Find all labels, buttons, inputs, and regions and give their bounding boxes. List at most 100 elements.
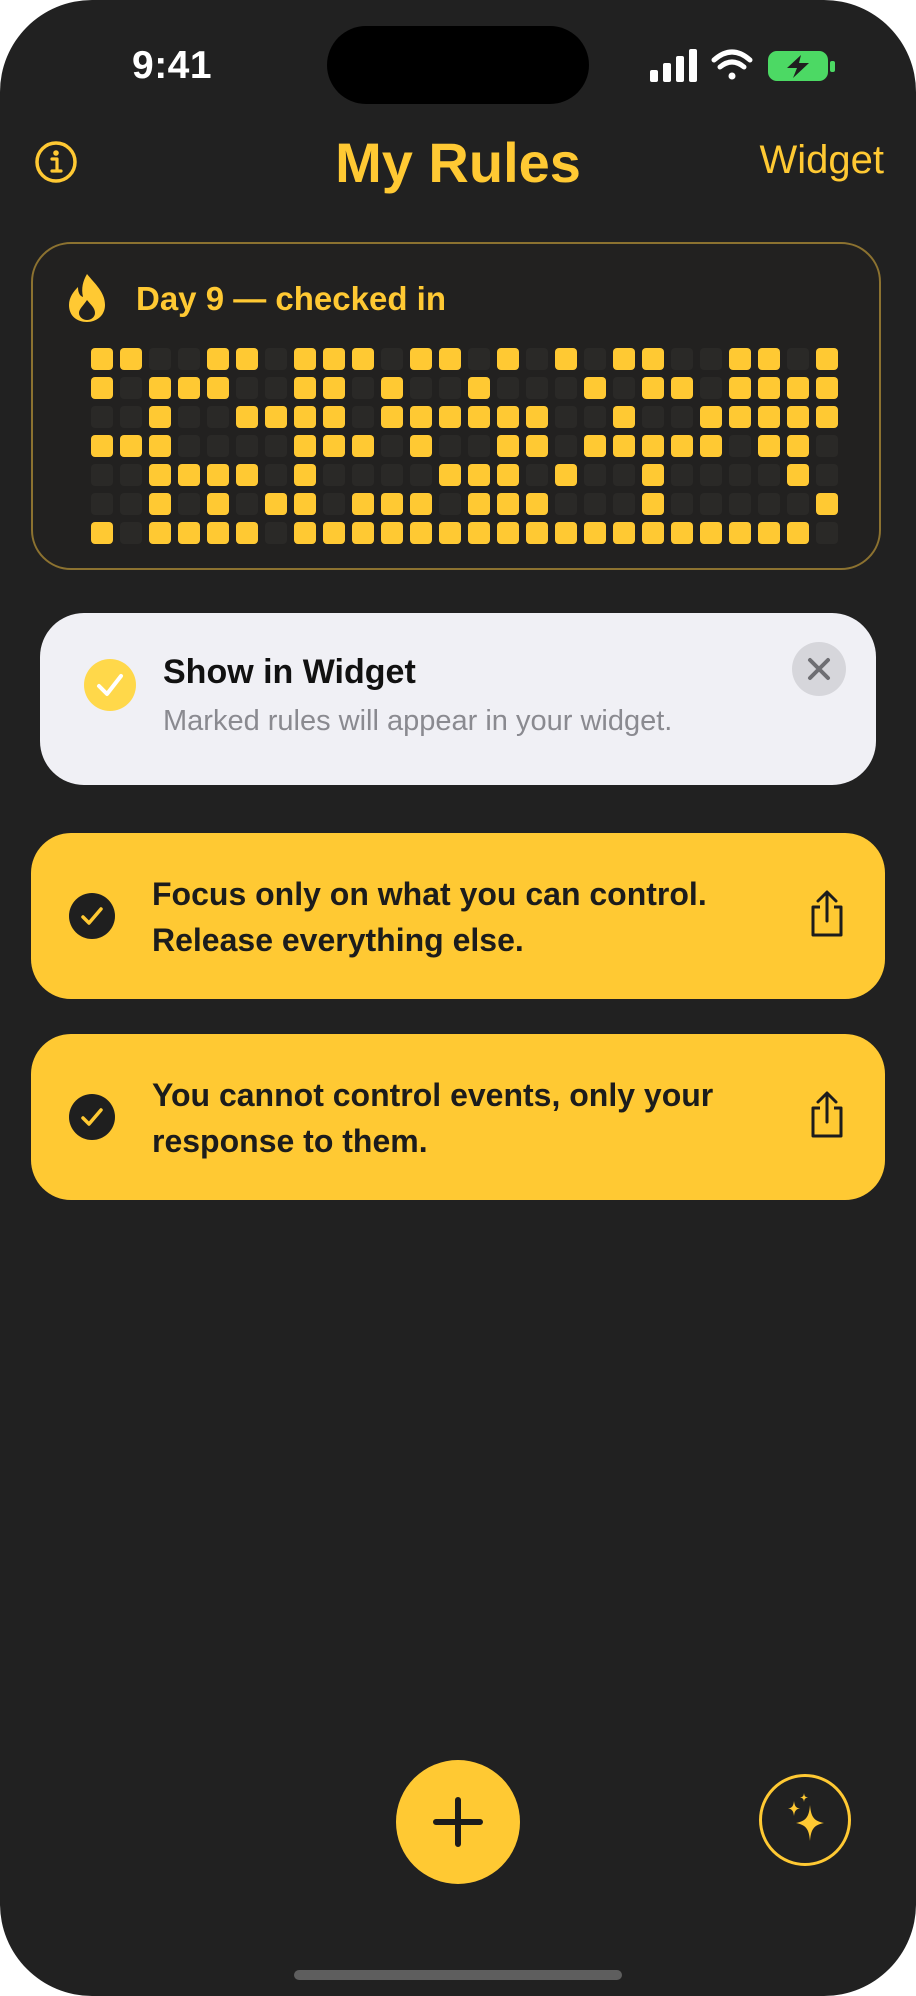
streak-dot: [671, 522, 693, 544]
streak-dot: [410, 406, 432, 428]
streak-dot: [207, 493, 229, 515]
rule-card[interactable]: Focus only on what you can control. Rele…: [31, 833, 885, 999]
streak-dot: [207, 435, 229, 457]
rule-text: You cannot control events, only your res…: [152, 1077, 714, 1159]
streak-dot: [497, 406, 519, 428]
streak-dot: [410, 464, 432, 486]
streak-dot: [584, 464, 606, 486]
streak-dot: [526, 406, 548, 428]
streak-dot: [468, 464, 490, 486]
streak-dot: [91, 522, 113, 544]
streak-dot: [381, 348, 403, 370]
cellular-signal-icon: [650, 49, 697, 82]
rule-text: Focus only on what you can control. Rele…: [152, 876, 707, 958]
streak-dot: [787, 464, 809, 486]
streak-dot: [120, 493, 142, 515]
streak-dot: [352, 493, 374, 515]
home-indicator: [294, 1970, 622, 1980]
streak-dot: [816, 522, 838, 544]
dynamic-island: [327, 26, 589, 104]
streak-dot: [207, 348, 229, 370]
streak-dot: [207, 377, 229, 399]
streak-dot: [265, 406, 287, 428]
streak-dot: [178, 435, 200, 457]
streak-dot: [613, 464, 635, 486]
streak-dot: [149, 406, 171, 428]
streak-dot: [526, 493, 548, 515]
streak-dot: [294, 348, 316, 370]
streak-dot: [584, 406, 606, 428]
streak-dot: [323, 406, 345, 428]
streak-dot: [584, 435, 606, 457]
streak-dot: [294, 377, 316, 399]
banner-title: Show in Widget: [163, 653, 416, 691]
streak-label: Day 9 — checked in: [136, 280, 446, 317]
streak-dot: [729, 493, 751, 515]
streak-dot: [526, 522, 548, 544]
streak-dot: [555, 464, 577, 486]
streak-dot: [120, 464, 142, 486]
streak-dot: [352, 435, 374, 457]
streak-dot: [294, 406, 316, 428]
widget-check-icon[interactable]: [69, 893, 115, 939]
streak-dot: [91, 377, 113, 399]
streak-dot: [787, 493, 809, 515]
streak-dot: [178, 464, 200, 486]
streak-dot: [178, 377, 200, 399]
streak-dot: [497, 348, 519, 370]
streak-dot: [613, 377, 635, 399]
streak-dot: [120, 406, 142, 428]
streak-dot: [642, 493, 664, 515]
streak-dot: [700, 522, 722, 544]
share-button[interactable]: [807, 1090, 847, 1140]
streak-dot: [381, 435, 403, 457]
streak-dot: [816, 377, 838, 399]
streak-dot: [323, 464, 345, 486]
add-rule-button[interactable]: [396, 1760, 520, 1884]
streak-dot: [613, 348, 635, 370]
widget-check-icon[interactable]: [69, 1094, 115, 1140]
streak-dot: [468, 493, 490, 515]
rule-card[interactable]: You cannot control events, only your res…: [31, 1034, 885, 1200]
close-icon: [808, 658, 830, 680]
streak-dot: [700, 464, 722, 486]
streak-dot: [352, 348, 374, 370]
streak-dot: [671, 464, 693, 486]
streak-dot: [265, 522, 287, 544]
streak-dot: [816, 406, 838, 428]
streak-dot: [91, 464, 113, 486]
streak-dot: [816, 493, 838, 515]
streak-dot: [526, 464, 548, 486]
streak-dot: [236, 348, 258, 370]
streak-dot: [700, 377, 722, 399]
streak-dot: [468, 435, 490, 457]
streak-dot: [439, 522, 461, 544]
streak-dot: [555, 348, 577, 370]
streak-dot: [787, 522, 809, 544]
banner-close-button[interactable]: [792, 642, 846, 696]
plus-icon: [433, 1797, 483, 1847]
widget-button[interactable]: Widget: [760, 138, 885, 183]
streak-dot: [787, 435, 809, 457]
streak-dot-grid: [91, 348, 838, 544]
streak-dot: [410, 348, 432, 370]
streak-dot: [207, 522, 229, 544]
streak-dot: [410, 435, 432, 457]
checkmark-circle-icon: [84, 659, 136, 711]
streak-dot: [265, 435, 287, 457]
streak-dot: [497, 435, 519, 457]
streak-dot: [410, 377, 432, 399]
streak-dot: [236, 435, 258, 457]
streak-dot: [758, 464, 780, 486]
share-button[interactable]: [807, 889, 847, 939]
streak-dot: [642, 377, 664, 399]
wifi-icon: [711, 49, 753, 80]
sparkle-button[interactable]: [759, 1774, 851, 1866]
streak-dot: [642, 348, 664, 370]
streak-dot: [120, 348, 142, 370]
banner-subtitle: Marked rules will appear in your widget.: [163, 705, 673, 737]
share-icon: [811, 890, 843, 937]
streak-dot: [439, 435, 461, 457]
streak-dot: [497, 522, 519, 544]
streak-dot: [91, 435, 113, 457]
